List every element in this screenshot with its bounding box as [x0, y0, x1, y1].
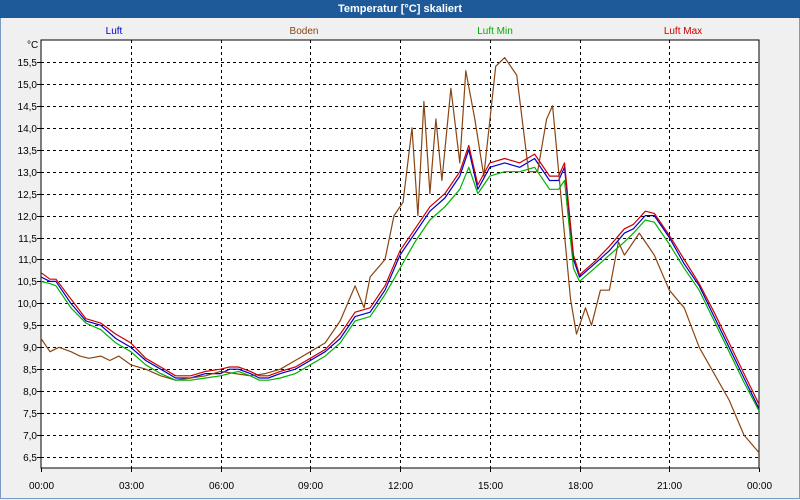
x-tick-time-label: 15:00 [478, 481, 503, 492]
y-tick-label: 12,5 [18, 190, 38, 201]
y-tick-label: 13,0 [18, 168, 38, 179]
y-tick-label: 11,0 [18, 255, 37, 266]
y-tick-label: 9,0 [23, 343, 37, 354]
y-tick-label: 12,0 [18, 212, 38, 223]
y-tick-label: 6,5 [23, 453, 37, 464]
legend-label: Luft Min [477, 26, 513, 37]
y-tick-label: 7,5 [23, 409, 37, 420]
chart-title: Temperatur [°C] skaliert [0, 0, 800, 18]
y-tick-label: 8,5 [23, 365, 37, 376]
plot-background [40, 39, 760, 469]
temperature-chart: 6,5 7,0 7,5 8,0 8,5 9,0 9,5 10,0 10,5 11,0 11,5 12,… [18, 26, 773, 492]
x-tick-time-label: 03:00 [119, 481, 144, 492]
chart-frame: 6,5 7,0 7,5 8,0 8,5 9,0 9,5 10,0 10,5 11,0 11,5 12,… [0, 18, 800, 499]
y-tick-label: 10,0 [18, 299, 38, 310]
y-tick-label: 10,5 [18, 277, 38, 288]
x-tick-time-label: 00:00 [747, 481, 772, 492]
y-tick-label: 7,0 [23, 431, 37, 442]
x-tick-time-label: 06:00 [209, 481, 234, 492]
x-tick-time-label: 09:00 [298, 481, 323, 492]
x-axis-ticks: 00:0011.05.1903:0011.05.1906:0011.05.190… [29, 468, 772, 492]
x-tick-time-label: 12:00 [388, 481, 413, 492]
y-tick-label: 8,0 [23, 387, 37, 398]
y-tick-label: 14,0 [18, 124, 38, 135]
legend-label: Luft [106, 26, 123, 37]
y-tick-label: 15,5 [18, 58, 38, 69]
x-tick-time-label: 21:00 [657, 481, 682, 492]
y-axis-unit: °C [27, 40, 38, 51]
legend-label: Luft Max [664, 26, 702, 37]
y-tick-label: 13,5 [18, 146, 38, 157]
y-tick-label: 11,5 [18, 234, 37, 245]
y-tick-label: 14,5 [18, 102, 38, 113]
legend-label: Boden [290, 26, 319, 37]
y-tick-label: 15,0 [18, 80, 38, 91]
x-tick-time-label: 00:00 [29, 481, 54, 492]
y-axis-ticks: 6,5 7,0 7,5 8,0 8,5 9,0 9,5 10,0 10,5 11,0 11,5 12,… [18, 58, 41, 464]
y-tick-label: 9,5 [23, 321, 37, 332]
x-tick-time-label: 18:00 [568, 481, 593, 492]
legend: Luft Boden Luft Min Luft Max [106, 26, 703, 37]
